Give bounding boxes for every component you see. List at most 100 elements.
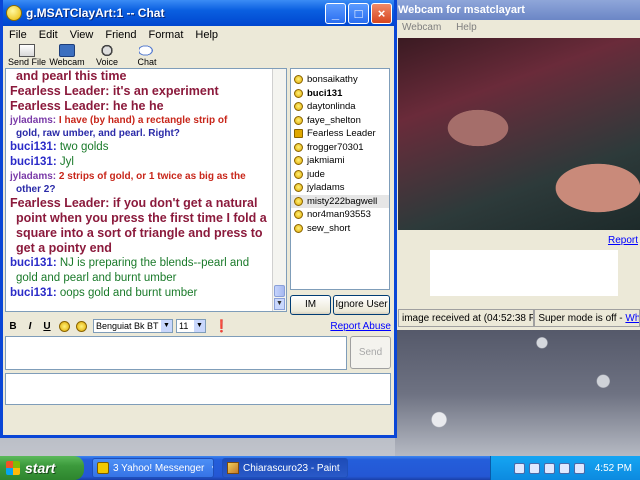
webcam-menubar: Webcam Help: [394, 20, 640, 36]
menu-file[interactable]: File: [9, 29, 27, 41]
task-paint[interactable]: Chiarascuro23 - Paint: [222, 458, 348, 478]
webcam-status-super: Super mode is off - What: [534, 309, 640, 327]
buzz-icon[interactable]: ❗: [214, 319, 229, 333]
chat-message: square into a sort of triangle and press…: [10, 226, 270, 241]
webcam-title: Webcam for msatclayart: [394, 0, 640, 20]
menu-edit[interactable]: Edit: [39, 29, 58, 41]
tray-messenger-icon[interactable]: [543, 462, 555, 474]
webcam-menu-webcam[interactable]: Webcam: [402, 22, 441, 33]
webcam-button[interactable]: Webcam: [47, 44, 87, 67]
audible-icon[interactable]: [76, 320, 87, 332]
webcam-label: Webcam: [49, 57, 85, 67]
yahoo-messenger-icon: [97, 462, 109, 474]
emoticon-icon[interactable]: [59, 320, 70, 332]
user-list-item[interactable]: Fearless Leader: [291, 127, 389, 141]
tray-antivirus-icon[interactable]: [558, 462, 570, 474]
font-select[interactable]: Benguiat Bk BT ▼: [93, 319, 173, 333]
send-file-button[interactable]: Send File: [7, 44, 47, 67]
tray-network-icon[interactable]: [513, 462, 525, 474]
message-input[interactable]: [5, 336, 347, 370]
message-sender: buci131:: [10, 257, 57, 269]
im-button[interactable]: IM: [290, 295, 331, 315]
chat-title: g.MSATClayArt:1 -- Chat: [26, 6, 165, 20]
close-button[interactable]: ×: [371, 2, 392, 24]
user-list-item[interactable]: buci131: [291, 87, 389, 101]
message-scrollbar[interactable]: ▼: [272, 69, 286, 311]
chat-message: Fearless Leader: if you don't get a natu…: [10, 196, 270, 211]
menu-view[interactable]: View: [70, 29, 94, 41]
chat-message: buci131: two golds: [10, 140, 270, 155]
user-name: nor4man93553: [307, 209, 371, 221]
chat-message: point when you press the first time I fo…: [10, 211, 270, 226]
webcam-report-link[interactable]: Report: [608, 235, 638, 246]
user-list-item[interactable]: nor4man93553: [291, 208, 389, 222]
webcam-window[interactable]: Webcam for msatclayart Webcam Help Repor…: [393, 0, 640, 330]
user-list-item[interactable]: jyladams: [291, 181, 389, 195]
webcam-icon: [294, 129, 303, 139]
menu-help[interactable]: Help: [195, 29, 218, 41]
chat-button[interactable]: Chat: [127, 44, 167, 67]
message-text: NJ is preparing the blends--pearl and: [56, 257, 250, 269]
ignore-user-button[interactable]: Ignore User: [333, 295, 390, 315]
scroll-down-arrow[interactable]: ▼: [274, 298, 285, 310]
smiley-icon: [294, 223, 303, 233]
message-text: get a pointy end: [16, 241, 112, 255]
smiley-icon: [294, 183, 303, 193]
user-name: faye_shelton: [307, 114, 361, 126]
user-list-item[interactable]: jude: [291, 168, 389, 182]
menu-format[interactable]: Format: [149, 29, 184, 41]
user-name: sew_short: [307, 222, 351, 234]
user-name: misty222bagwell: [307, 195, 378, 207]
chat-titlebar[interactable]: g.MSATClayArt:1 -- Chat _ □ ×: [3, 0, 394, 26]
tray-volume-icon[interactable]: [528, 462, 540, 474]
user-name: jyladams: [307, 182, 345, 194]
menu-friend[interactable]: Friend: [105, 29, 136, 41]
message-sender: Fearless Leader:: [10, 196, 110, 210]
webcam-video-feed: [398, 38, 640, 230]
task-yahoo-messenger[interactable]: 3 Yahoo! Messenger ▼: [92, 458, 214, 478]
user-name: jakmiami: [307, 155, 345, 167]
user-list-item[interactable]: misty222bagwell: [291, 194, 389, 208]
user-list-item[interactable]: bonsaikathy: [291, 73, 389, 87]
send-file-label: Send File: [7, 57, 47, 67]
chat-window[interactable]: g.MSATClayArt:1 -- Chat _ □ × File Edit …: [0, 0, 397, 438]
scrollbar-thumb[interactable]: [274, 285, 285, 297]
task-paint-label: Chiarascuro23 - Paint: [243, 462, 340, 474]
format-toolbar: B I U Benguiat Bk BT ▼ 11 ▼ ❗ Report Abu…: [5, 318, 391, 334]
message-text: if you don't get a natural: [109, 196, 258, 210]
chat-message-area[interactable]: and pearl this time Fearless Leader: it's…: [5, 68, 287, 312]
message-list: and pearl this time Fearless Leader: it's…: [6, 69, 286, 301]
smiley-icon: [294, 115, 303, 125]
user-name: bonsaikathy: [307, 74, 358, 86]
voice-button[interactable]: Voice: [87, 44, 127, 67]
message-text: it's an experiment: [109, 84, 219, 98]
bold-button[interactable]: B: [5, 321, 21, 332]
voice-label: Voice: [95, 57, 119, 67]
webcam-statusbar: image received at (04:52:38 PM) Super mo…: [398, 309, 640, 327]
webcam-info-box: [430, 250, 618, 296]
tray-display-icon[interactable]: [573, 462, 585, 474]
start-button[interactable]: start: [0, 456, 84, 480]
italic-button[interactable]: I: [22, 321, 38, 332]
webcam-menu-help[interactable]: Help: [456, 22, 477, 33]
user-list-item[interactable]: daytonlinda: [291, 100, 389, 114]
chat-message: get a pointy end: [10, 241, 270, 256]
report-abuse-link[interactable]: Report Abuse: [330, 321, 391, 332]
user-list-item[interactable]: sew_short: [291, 222, 389, 236]
room-user-list[interactable]: bonsaikathy buci131 daytonlinda faye_shelto…: [290, 68, 390, 290]
taskbar-clock: 4:52 PM: [594, 462, 632, 474]
minimize-button[interactable]: _: [325, 2, 346, 24]
underline-button[interactable]: U: [39, 321, 55, 332]
message-text: he he he: [109, 99, 164, 113]
user-list-item[interactable]: faye_shelton: [291, 114, 389, 128]
send-button[interactable]: Send: [350, 336, 391, 369]
webcam-status-what-link[interactable]: What: [625, 313, 639, 324]
message-sender: buci131:: [10, 287, 57, 299]
chat-message: buci131: NJ is preparing the blends--pea…: [10, 256, 270, 271]
maximize-button[interactable]: □: [348, 2, 369, 24]
webcam-status-super-text: Super mode is off -: [538, 313, 623, 324]
user-list-item[interactable]: jakmiami: [291, 154, 389, 168]
chat-label: Chat: [137, 57, 157, 67]
font-size-select[interactable]: 11 ▼: [176, 319, 206, 333]
user-list-item[interactable]: frogger70301: [291, 141, 389, 155]
